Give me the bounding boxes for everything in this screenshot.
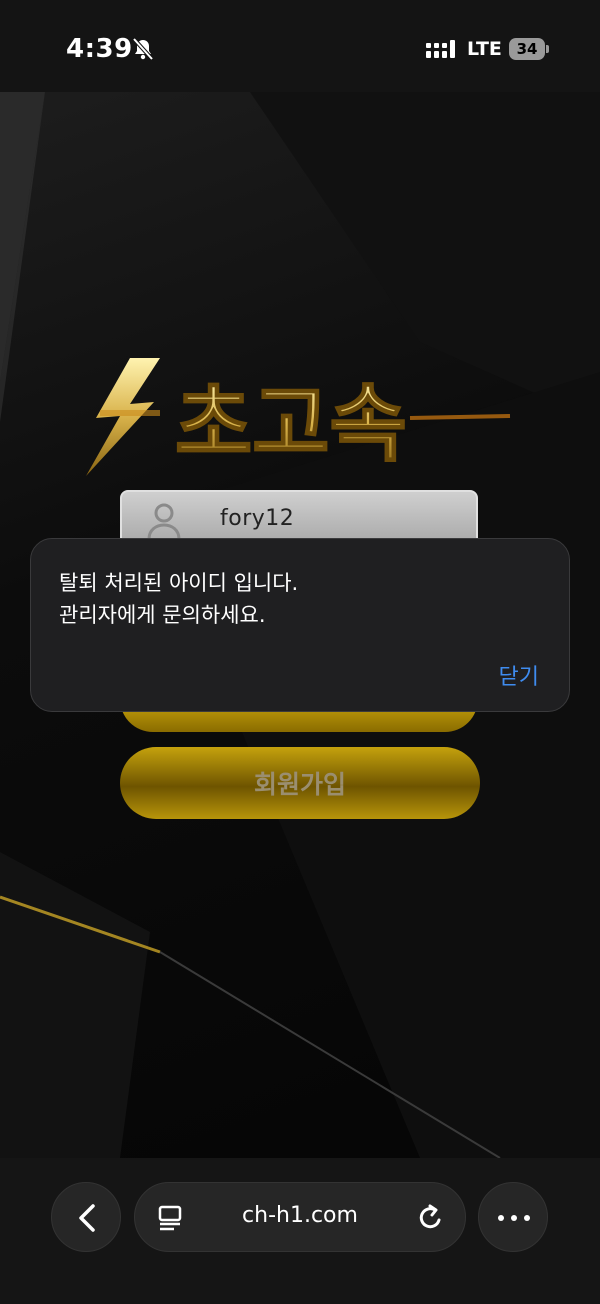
alert-dialog: 탈퇴 처리된 아이디 입니다. 관리자에게 문의하세요. 닫기 xyxy=(30,538,570,712)
svg-text:초고속: 초고속 xyxy=(175,375,407,473)
browser-toolbar: ch-h1.com xyxy=(0,1158,600,1304)
bell-slash-icon xyxy=(132,37,154,61)
signup-button[interactable]: 회원가입 xyxy=(120,747,480,819)
alert-close-button[interactable]: 닫기 xyxy=(499,659,539,691)
signup-label: 회원가입 xyxy=(253,770,346,799)
back-icon xyxy=(79,1204,95,1232)
alert-message-line2: 관리자에게 문의하세요. xyxy=(59,603,266,627)
user-icon xyxy=(147,503,181,540)
address-bar[interactable]: ch-h1.com xyxy=(134,1182,466,1252)
reload-icon[interactable] xyxy=(417,1203,445,1233)
battery-nub xyxy=(546,45,549,53)
more-icon xyxy=(498,1215,504,1221)
brand-logo: 초고속 xyxy=(86,358,511,476)
status-time: 4:39 xyxy=(66,34,133,64)
more-button[interactable] xyxy=(478,1182,548,1252)
status-bar: 4:39 LTE 34 xyxy=(0,0,600,92)
network-type: LTE xyxy=(467,38,502,60)
battery-icon: 34 xyxy=(509,38,545,60)
more-icon xyxy=(524,1215,530,1221)
alert-message-line1: 탈퇴 처리된 아이디 입니다. xyxy=(59,571,299,595)
url-text: ch-h1.com xyxy=(242,1203,358,1228)
back-button[interactable] xyxy=(51,1182,121,1252)
id-value: fory12 xyxy=(220,506,295,531)
more-icon xyxy=(511,1215,517,1221)
signal-icon xyxy=(426,40,455,58)
battery-level: 34 xyxy=(516,40,538,58)
